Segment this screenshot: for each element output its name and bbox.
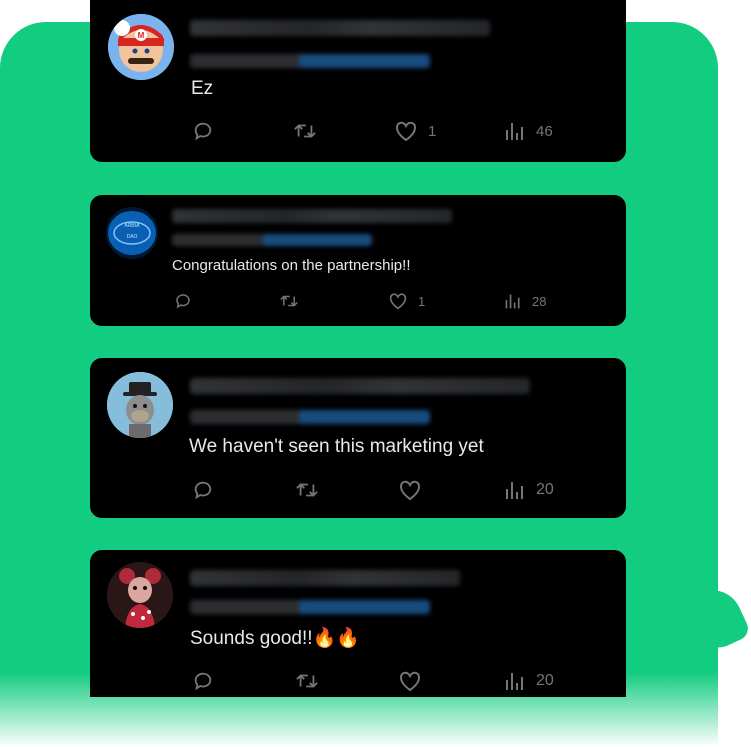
like-button[interactable] [398,670,422,692]
svg-text:M: M [138,31,145,40]
tweet-card[interactable]: We haven't seen this marketing yet 20 [90,358,626,518]
heart-icon [389,293,407,310]
tweet-header-blurred [190,570,460,586]
svg-text:ARBIA: ARBIA [124,223,140,229]
reply-button[interactable] [174,292,192,310]
heart-icon [396,121,416,142]
retweet-icon [280,295,298,307]
reply-icon [176,294,190,309]
retweet-icon [296,674,318,688]
retweet-button[interactable] [278,292,300,310]
tweet-header-blurred [172,209,452,223]
like-button[interactable] [398,479,422,501]
view-count: 28 [532,293,547,309]
tweet-actions: 1 28 [174,292,574,316]
views-button[interactable]: 20 [504,670,554,692]
retweet-icon [294,124,316,138]
analytics-icon [506,482,523,499]
like-button[interactable]: 1 [394,120,436,142]
reply-icon [194,672,212,691]
mario-avatar-icon: M [108,14,174,80]
reply-icon [194,122,212,141]
reply-icon [194,481,212,500]
tweet-text: Ez [191,78,214,99]
retweet-button[interactable] [294,670,320,692]
tweet-text: Congratulations on the partnership!! [172,257,411,274]
tweet-actions: 20 [192,479,592,503]
character-avatar-icon [107,562,173,628]
tweet-text: We haven't seen this marketing yet [189,436,484,457]
tweet-actions: 1 46 [192,120,592,144]
reply-button[interactable] [192,120,214,142]
avatar[interactable]: M [108,14,174,80]
replying-to-blurred [172,234,372,246]
reply-button[interactable] [192,670,214,692]
analytics-icon [506,123,523,140]
retweet-button[interactable] [294,479,320,501]
replying-to-blurred [190,410,430,424]
like-count: 1 [428,122,437,140]
blue-logo-avatar-icon: ARBIA DAO [106,207,158,259]
views-button[interactable]: 28 [504,292,546,310]
analytics-icon [506,673,523,690]
tweet-card[interactable]: ARBIA DAO Congratulations on the partner… [90,195,626,326]
avatar[interactable] [107,372,173,438]
tweet-text: Sounds good!!🔥🔥 [190,628,360,649]
like-count: 1 [418,293,426,309]
avatar[interactable]: ARBIA DAO [106,207,158,259]
view-count: 20 [536,481,554,498]
tweet-card[interactable]: M Ez 1 46 [90,0,626,162]
replying-to-blurred [190,600,430,614]
retweet-icon [296,483,318,497]
tweet-header-blurred [190,378,530,394]
avatar[interactable] [107,562,173,628]
heart-icon [400,480,420,501]
view-count: 46 [536,122,553,140]
heart-icon [400,671,420,692]
analytics-icon [505,294,520,309]
reply-button[interactable] [192,479,214,501]
tweet-card[interactable]: Sounds good!!🔥🔥 20 [90,550,626,697]
replying-to-blurred [190,54,430,68]
tweet-actions: 20 [192,670,592,694]
tweet-header-blurred [190,20,490,36]
ape-nft-avatar-icon [107,372,173,438]
views-button[interactable]: 46 [504,120,553,142]
views-button[interactable]: 20 [504,479,554,501]
view-count: 20 [536,672,554,689]
svg-text:DAO: DAO [127,234,138,240]
retweet-button[interactable] [292,120,318,142]
like-button[interactable]: 1 [388,292,425,310]
